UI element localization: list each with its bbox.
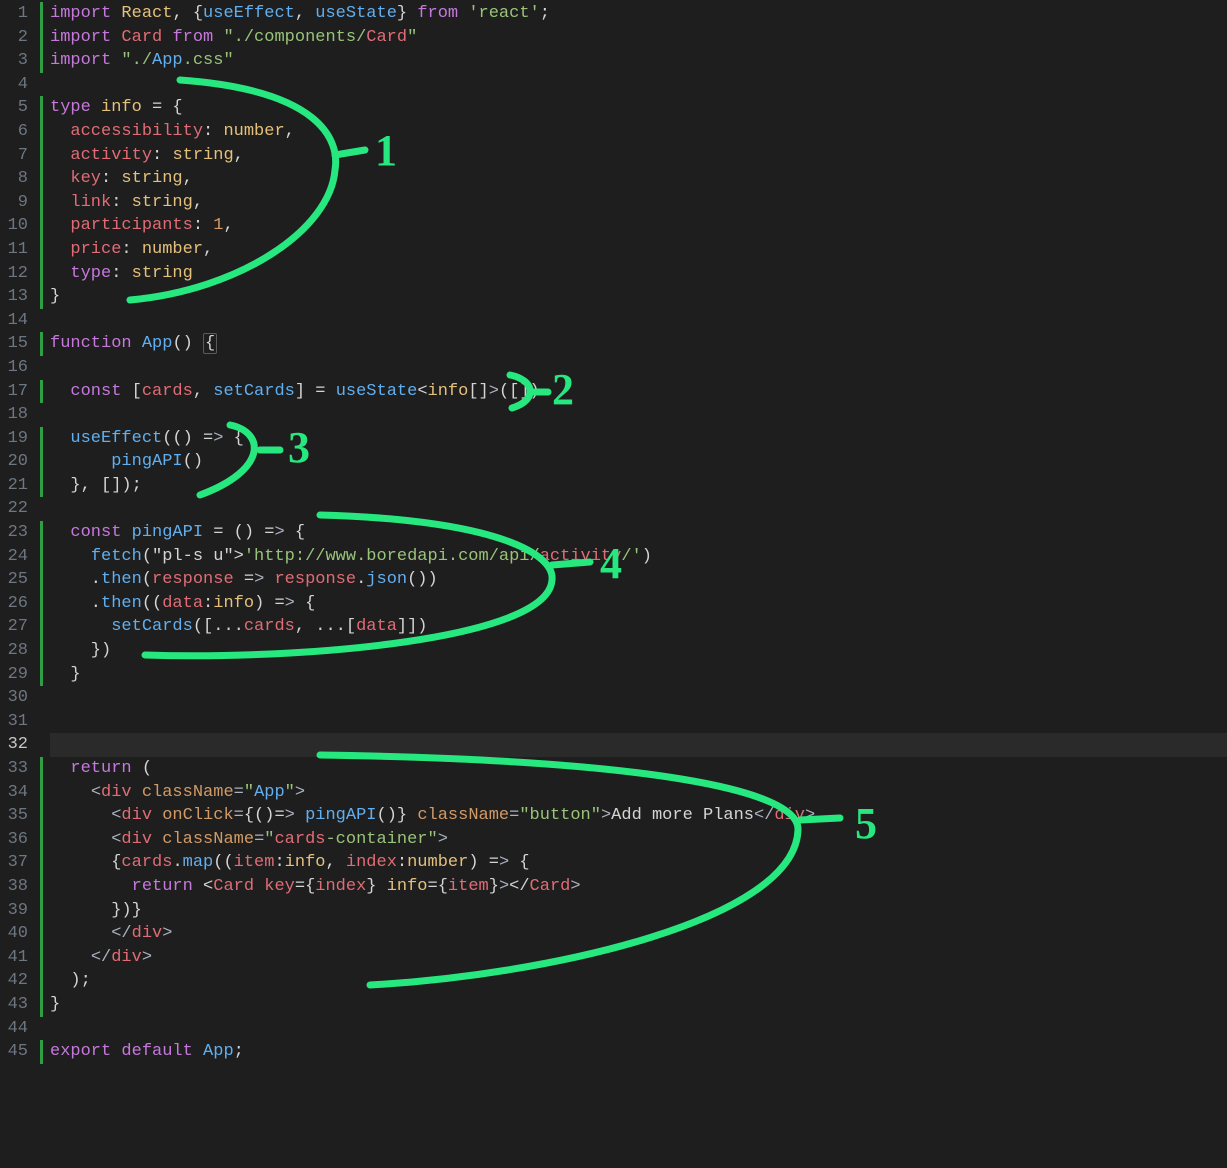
code-line[interactable]: }: [50, 663, 1227, 687]
code-line[interactable]: <div className="App">: [50, 781, 1227, 805]
line-number: 42: [0, 969, 34, 993]
line-number: 21: [0, 474, 34, 498]
code-line[interactable]: .then((data:info) => {: [50, 592, 1227, 616]
line-number: 14: [0, 309, 34, 333]
line-number: 3: [0, 49, 34, 73]
code-line[interactable]: [50, 497, 1227, 521]
code-line[interactable]: }): [50, 639, 1227, 663]
code-line[interactable]: [50, 309, 1227, 333]
code-line[interactable]: }: [50, 993, 1227, 1017]
code-line[interactable]: participants: 1,: [50, 214, 1227, 238]
code-editor[interactable]: 1234567891011121314151617181920212223242…: [0, 0, 1227, 1168]
line-number: 19: [0, 427, 34, 451]
line-number: 45: [0, 1040, 34, 1064]
code-line[interactable]: accessibility: number,: [50, 120, 1227, 144]
code-line[interactable]: </div>: [50, 946, 1227, 970]
code-line[interactable]: const pingAPI = () => {: [50, 521, 1227, 545]
line-number: 43: [0, 993, 34, 1017]
line-number: 28: [0, 639, 34, 663]
line-number: 27: [0, 615, 34, 639]
code-line[interactable]: [50, 710, 1227, 734]
code-line[interactable]: })}: [50, 899, 1227, 923]
line-number: 15: [0, 332, 34, 356]
line-number: 36: [0, 828, 34, 852]
line-number: 4: [0, 73, 34, 97]
code-line[interactable]: function App() {: [50, 332, 1227, 356]
line-number: 40: [0, 922, 34, 946]
code-line[interactable]: useEffect(() => {: [50, 427, 1227, 451]
code-line[interactable]: [50, 403, 1227, 427]
line-number: 23: [0, 521, 34, 545]
line-number: 33: [0, 757, 34, 781]
code-line[interactable]: .then(response => response.json()): [50, 568, 1227, 592]
code-line[interactable]: [50, 733, 1227, 757]
line-number: 34: [0, 781, 34, 805]
line-number: 12: [0, 262, 34, 286]
code-line[interactable]: type: string: [50, 262, 1227, 286]
line-number: 11: [0, 238, 34, 262]
line-number: 13: [0, 285, 34, 309]
line-number: 29: [0, 663, 34, 687]
line-number: 25: [0, 568, 34, 592]
code-line[interactable]: import React, {useEffect, useState} from…: [50, 2, 1227, 26]
code-line[interactable]: [50, 73, 1227, 97]
code-line[interactable]: }: [50, 285, 1227, 309]
code-line[interactable]: [50, 686, 1227, 710]
line-number: 22: [0, 497, 34, 521]
line-number: 38: [0, 875, 34, 899]
line-number: 17: [0, 380, 34, 404]
line-number: 8: [0, 167, 34, 191]
line-number: 5: [0, 96, 34, 120]
line-number: 18: [0, 403, 34, 427]
code-line[interactable]: return (: [50, 757, 1227, 781]
code-line[interactable]: const [cards, setCards] = useState<info[…: [50, 380, 1227, 404]
line-number: 30: [0, 686, 34, 710]
line-number: 9: [0, 191, 34, 215]
code-line[interactable]: price: number,: [50, 238, 1227, 262]
line-number: 39: [0, 899, 34, 923]
code-line[interactable]: {cards.map((item:info, index:number) => …: [50, 851, 1227, 875]
code-line[interactable]: [50, 1017, 1227, 1041]
code-line[interactable]: export default App;: [50, 1040, 1227, 1064]
line-number: 6: [0, 120, 34, 144]
code-line[interactable]: return <Card key={index} info={item}></C…: [50, 875, 1227, 899]
line-number: 1: [0, 2, 34, 26]
line-number: 24: [0, 545, 34, 569]
code-line[interactable]: activity: string,: [50, 144, 1227, 168]
code-line[interactable]: <div className="cards-container">: [50, 828, 1227, 852]
code-line[interactable]: fetch("pl-s u">'http://www.boredapi.com/…: [50, 545, 1227, 569]
code-line[interactable]: import "./App.css": [50, 49, 1227, 73]
line-number: 2: [0, 26, 34, 50]
line-number: 37: [0, 851, 34, 875]
code-line[interactable]: link: string,: [50, 191, 1227, 215]
line-number: 10: [0, 214, 34, 238]
line-number: 32: [0, 733, 34, 757]
code-line[interactable]: [50, 356, 1227, 380]
line-number: 7: [0, 144, 34, 168]
line-number: 35: [0, 804, 34, 828]
line-number: 31: [0, 710, 34, 734]
code-line[interactable]: key: string,: [50, 167, 1227, 191]
code-line[interactable]: setCards([...cards, ...[data]]): [50, 615, 1227, 639]
code-line[interactable]: import Card from "./components/Card": [50, 26, 1227, 50]
line-number-gutter: 1234567891011121314151617181920212223242…: [0, 0, 34, 1168]
line-number: 44: [0, 1017, 34, 1041]
code-line[interactable]: </div>: [50, 922, 1227, 946]
line-number: 20: [0, 450, 34, 474]
line-number: 16: [0, 356, 34, 380]
line-number: 41: [0, 946, 34, 970]
line-number: 26: [0, 592, 34, 616]
code-line[interactable]: }, []);: [50, 474, 1227, 498]
code-area[interactable]: import React, {useEffect, useState} from…: [38, 0, 1227, 1168]
code-line[interactable]: type info = {: [50, 96, 1227, 120]
code-line[interactable]: );: [50, 969, 1227, 993]
code-line[interactable]: pingAPI(): [50, 450, 1227, 474]
code-line[interactable]: <div onClick={()=> pingAPI()} className=…: [50, 804, 1227, 828]
